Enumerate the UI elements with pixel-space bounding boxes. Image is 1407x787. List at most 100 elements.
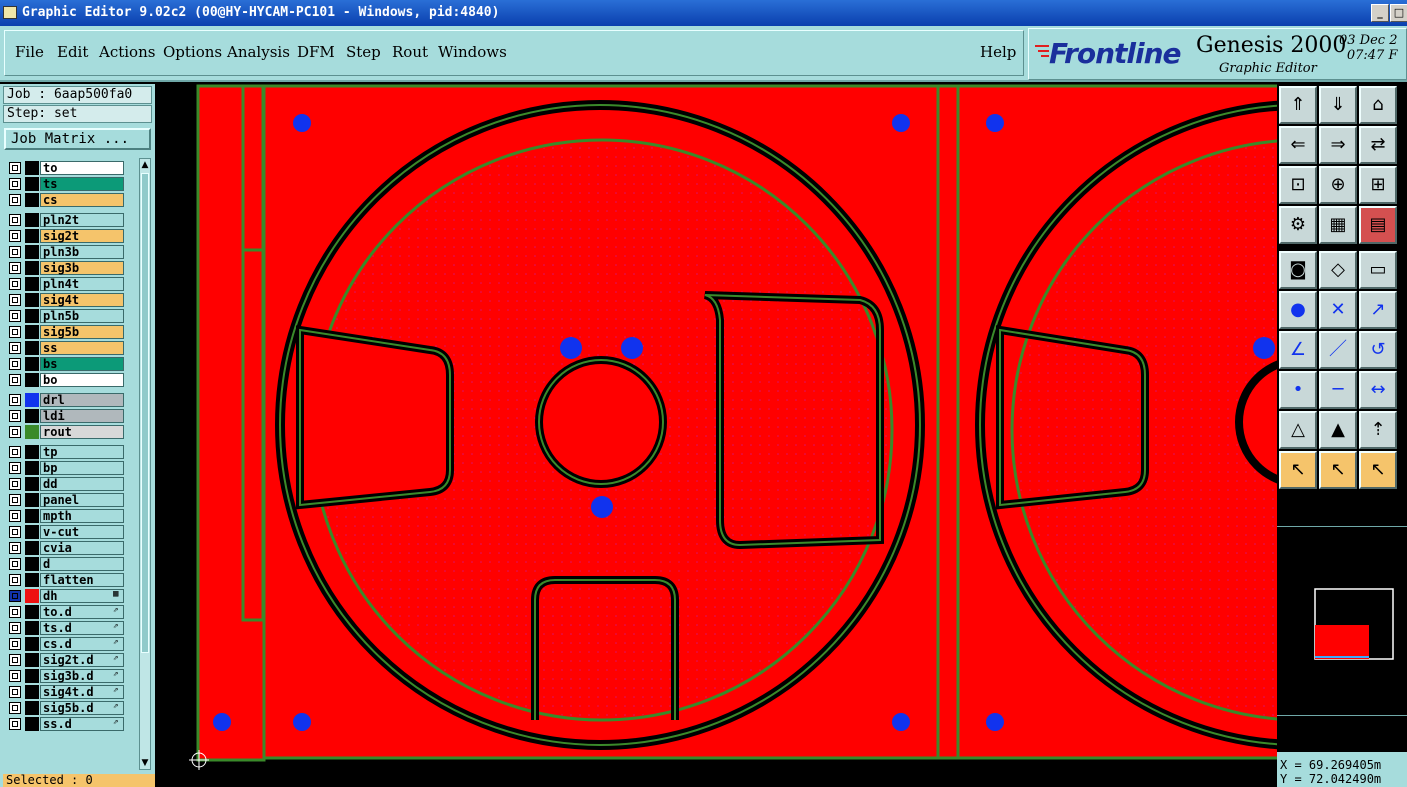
layer-row[interactable]: d — [4, 556, 138, 572]
layer-row[interactable]: pln3b — [4, 244, 138, 260]
layer-row[interactable]: sig2t.d ⇗ — [4, 652, 138, 668]
layer-checkbox[interactable] — [9, 310, 21, 322]
ratio-1-2-icon[interactable]: ⊞ — [1359, 166, 1397, 204]
pan-left-icon[interactable]: ⇐ — [1279, 126, 1317, 164]
rotate-icon[interactable]: ↺ — [1359, 331, 1397, 369]
layer-scrollbar[interactable]: ▲ ▼ — [139, 158, 151, 770]
layer-color-swatch[interactable] — [25, 409, 39, 423]
layer-stack-icon[interactable]: ▤ — [1359, 206, 1397, 244]
ruler-icon[interactable]: ▭ — [1359, 251, 1397, 289]
layer-color-swatch[interactable] — [25, 525, 39, 539]
layer-color-swatch[interactable] — [25, 325, 39, 339]
layer-row[interactable]: sig3b — [4, 260, 138, 276]
layer-color-swatch[interactable] — [25, 717, 39, 731]
menu-actions[interactable]: Actions — [99, 43, 155, 61]
layer-row[interactable]: cs — [4, 192, 138, 208]
layer-color-swatch[interactable] — [25, 277, 39, 291]
menu-analysis[interactable]: Analysis — [227, 43, 290, 61]
layer-color-swatch[interactable] — [25, 373, 39, 387]
zoom-1-1-icon[interactable]: ⇄ — [1359, 126, 1397, 164]
layer-name[interactable]: dd — [40, 477, 124, 491]
layer-checkbox[interactable] — [9, 622, 21, 634]
intersect-icon[interactable]: ✕ — [1319, 291, 1357, 329]
layer-color-swatch[interactable] — [25, 213, 39, 227]
layer-row[interactable]: pln5b — [4, 308, 138, 324]
triangle-arrow-icon[interactable]: ⇡ — [1359, 411, 1397, 449]
select-shape-icon[interactable]: ↖ — [1359, 451, 1397, 489]
select-box-icon[interactable]: ↖ — [1319, 451, 1357, 489]
layer-name[interactable]: dh — [40, 589, 124, 603]
layer-color-swatch[interactable] — [25, 493, 39, 507]
layer-row[interactable]: sig2t — [4, 228, 138, 244]
layer-color-swatch[interactable] — [25, 653, 39, 667]
layer-checkbox[interactable] — [9, 358, 21, 370]
angle-icon[interactable]: ∠ — [1279, 331, 1317, 369]
layer-checkbox[interactable] — [9, 446, 21, 458]
layer-checkbox[interactable] — [9, 326, 21, 338]
layer-name[interactable]: tp — [40, 445, 124, 459]
zoom-home-icon[interactable]: ⇑ — [1279, 86, 1317, 124]
layer-color-swatch[interactable] — [25, 637, 39, 651]
layer-checkbox[interactable] — [9, 374, 21, 386]
layer-row[interactable]: flatten — [4, 572, 138, 588]
layer-row[interactable]: bs — [4, 356, 138, 372]
layer-row[interactable]: sig5b.d ⇗ — [4, 700, 138, 716]
layer-row[interactable]: dh ▦ — [4, 588, 138, 604]
layer-name[interactable]: sig4t.d — [40, 685, 124, 699]
layer-checkbox[interactable] — [9, 426, 21, 438]
layer-checkbox[interactable] — [9, 510, 21, 522]
layer-checkbox[interactable] — [9, 558, 21, 570]
layer-checkbox[interactable] — [9, 410, 21, 422]
pan-right-icon[interactable]: ⇒ — [1319, 126, 1357, 164]
layer-checkbox[interactable] — [9, 246, 21, 258]
layer-name[interactable]: bp — [40, 461, 124, 475]
layer-row[interactable]: sig5b — [4, 324, 138, 340]
layer-row[interactable]: ss.d ⇗ — [4, 716, 138, 732]
layer-row[interactable]: mpth — [4, 508, 138, 524]
layer-checkbox[interactable] — [9, 494, 21, 506]
layer-name[interactable]: sig5b.d — [40, 701, 124, 715]
layer-name[interactable]: ss.d — [40, 717, 124, 731]
settings-icon[interactable]: ⚙ — [1279, 206, 1317, 244]
layer-name[interactable]: d — [40, 557, 124, 571]
job-matrix-button[interactable]: Job Matrix ... — [4, 128, 151, 150]
layer-color-swatch[interactable] — [25, 177, 39, 191]
layer-name[interactable]: sig4t — [40, 293, 124, 307]
layer-name[interactable]: sig5b — [40, 325, 124, 339]
layer-row[interactable]: sig3b.d ⇗ — [4, 668, 138, 684]
measure-icon[interactable]: ◇ — [1319, 251, 1357, 289]
layer-checkbox[interactable] — [9, 394, 21, 406]
layer-color-swatch[interactable] — [25, 245, 39, 259]
layer-checkbox[interactable] — [9, 606, 21, 618]
layer-color-swatch[interactable] — [25, 557, 39, 571]
layer-color-swatch[interactable] — [25, 161, 39, 175]
layer-row[interactable]: to.d ⇗ — [4, 604, 138, 620]
layer-row[interactable]: sig4t — [4, 292, 138, 308]
layer-checkbox[interactable] — [9, 590, 21, 602]
layer-name[interactable]: panel — [40, 493, 124, 507]
minimize-button[interactable]: _ — [1371, 4, 1389, 22]
minus-icon[interactable]: ─ — [1319, 371, 1357, 409]
layer-name[interactable]: pln5b — [40, 309, 124, 323]
distance-icon[interactable]: ↔ — [1359, 371, 1397, 409]
layer-checkbox[interactable] — [9, 654, 21, 666]
layer-name[interactable]: cvia — [40, 541, 124, 555]
layer-row[interactable]: ss — [4, 340, 138, 356]
layer-checkbox[interactable] — [9, 638, 21, 650]
menu-options[interactable]: Options — [163, 43, 222, 61]
layer-name[interactable]: pln2t — [40, 213, 124, 227]
menu-edit[interactable]: Edit — [57, 43, 88, 61]
layer-color-swatch[interactable] — [25, 193, 39, 207]
graphic-canvas[interactable] — [155, 84, 1277, 787]
layer-color-swatch[interactable] — [25, 701, 39, 715]
layer-checkbox[interactable] — [9, 262, 21, 274]
layer-row[interactable]: rout — [4, 424, 138, 440]
layer-checkbox[interactable] — [9, 278, 21, 290]
layer-row[interactable]: ts — [4, 176, 138, 192]
layer-name[interactable]: sig3b — [40, 261, 124, 275]
menu-step[interactable]: Step — [346, 43, 381, 61]
connect-icon[interactable]: ● — [1279, 291, 1317, 329]
scroll-down-icon[interactable]: ▼ — [140, 757, 150, 769]
zoom-back-icon[interactable]: ⇓ — [1319, 86, 1357, 124]
layer-name[interactable]: cs — [40, 193, 124, 207]
